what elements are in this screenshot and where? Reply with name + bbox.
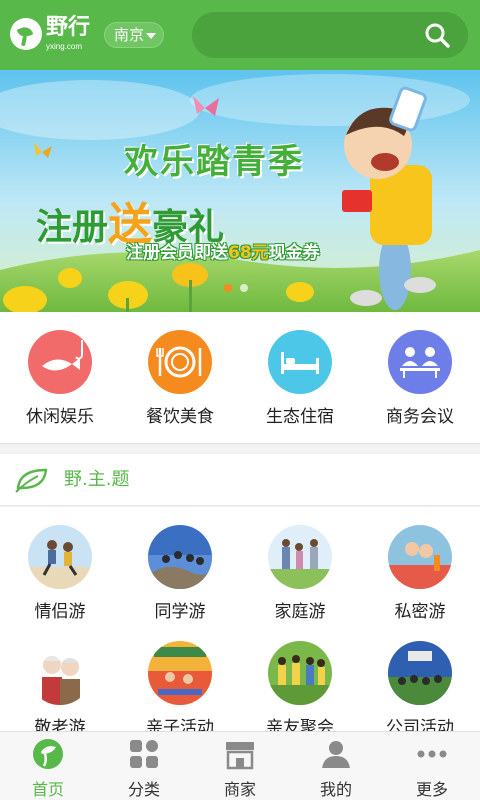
promo-banner[interactable]: 欢乐踏青季 注册送豪礼 注册会员即送68元现金券 (0, 70, 480, 312)
nav-label: 分类 (127, 780, 160, 799)
logo-icon (10, 18, 42, 50)
banner-subtitle-start: 注册 (36, 207, 109, 248)
theme-section-header: 野.主.题 (0, 454, 480, 506)
couple-photo (28, 525, 92, 589)
theme-label: 同学游 (154, 602, 206, 622)
nav-category[interactable]: 分类 (96, 732, 192, 800)
theme-section-title: 野.主.题 (64, 469, 130, 490)
company-photo (388, 641, 452, 705)
search-bar[interactable] (192, 12, 468, 58)
app-header: 野行 yxing.com 南京 (0, 0, 480, 70)
nav-label: 首页 (31, 780, 64, 799)
logo-name: 野行 (46, 15, 91, 40)
chevron-down-icon (146, 33, 156, 39)
theme-item-friends[interactable]: 亲友聚会 (240, 641, 360, 731)
theme-item-couple[interactable]: 情侣游 (0, 525, 120, 635)
nav-label: 商家 (223, 780, 256, 799)
theme-item-parent-child[interactable]: 亲子活动 (120, 641, 240, 731)
nav-label: 更多 (415, 780, 448, 799)
theme-label: 亲子活动 (146, 718, 214, 731)
category-label: 休闲娱乐 (26, 407, 94, 427)
app-logo[interactable]: 野行 yxing.com (10, 14, 94, 58)
meeting-icon (388, 330, 452, 394)
more-icon (417, 750, 447, 758)
carousel-dot[interactable] (240, 284, 248, 292)
theme-label: 亲友聚会 (266, 718, 334, 731)
nav-label: 我的 (319, 780, 352, 799)
bed-icon (268, 330, 332, 394)
banner-note: 注册会员即送68元现金券 (126, 238, 320, 263)
category-label: 生态住宿 (266, 407, 334, 427)
parent-child-photo (148, 641, 212, 705)
category-business[interactable]: 商务会议 (360, 330, 480, 430)
theme-item-company[interactable]: 公司活动 (360, 641, 480, 731)
private-photo (388, 525, 452, 589)
user-icon (322, 741, 350, 768)
category-dining[interactable]: 餐饮美食 (120, 330, 240, 430)
theme-label: 家庭游 (274, 602, 326, 622)
search-icon[interactable] (424, 22, 450, 48)
theme-item-elderly[interactable]: 敬老游 (0, 641, 120, 731)
theme-item-private[interactable]: 私密游 (360, 525, 480, 635)
theme-grid: 情侣游 同学游 家庭游 私密游 敬老游 亲子活动 亲友聚会 公司活动 (0, 507, 480, 731)
fish-icon (28, 330, 92, 394)
theme-item-family[interactable]: 家庭游 (240, 525, 360, 635)
family-photo (268, 525, 332, 589)
home-logo-icon (33, 739, 63, 769)
category-label: 餐饮美食 (146, 407, 214, 427)
grid-icon (130, 740, 158, 768)
elderly-photo (28, 641, 92, 705)
carousel-dot[interactable] (224, 284, 232, 292)
banner-title: 欢乐踏青季 (124, 142, 304, 182)
theme-label: 情侣游 (34, 602, 86, 622)
logo-domain: yxing.com (46, 42, 83, 51)
category-label: 商务会议 (386, 407, 454, 427)
carousel-indicator (224, 284, 248, 292)
store-icon (226, 742, 254, 770)
theme-label: 敬老游 (34, 718, 86, 731)
city-name: 南京 (114, 26, 145, 44)
theme-label: 私密游 (394, 602, 446, 622)
nav-mine[interactable]: 我的 (288, 732, 384, 800)
nav-home[interactable]: 首页 (0, 732, 96, 800)
nav-merchant[interactable]: 商家 (192, 732, 288, 800)
category-panel: 休闲娱乐 餐饮美食 生态住宿 商务会议 (0, 312, 480, 444)
bottom-navigation: 首页 分类 商家 我的 更多 (0, 731, 480, 800)
leaf-icon (15, 468, 48, 493)
banner-note-end: 现金券 (268, 243, 320, 263)
category-leisure[interactable]: 休闲娱乐 (0, 330, 120, 430)
banner-note-amount: 68元 (228, 243, 269, 263)
classmates-photo (148, 525, 212, 589)
theme-label: 公司活动 (386, 718, 454, 731)
nav-more[interactable]: 更多 (384, 732, 480, 800)
city-selector[interactable]: 南京 (104, 22, 164, 48)
friends-photo (268, 641, 332, 705)
banner-note-start: 注册会员即送 (126, 243, 228, 263)
category-lodging[interactable]: 生态住宿 (240, 330, 360, 430)
dining-plate-icon (148, 330, 212, 394)
theme-item-classmates[interactable]: 同学游 (120, 525, 240, 635)
